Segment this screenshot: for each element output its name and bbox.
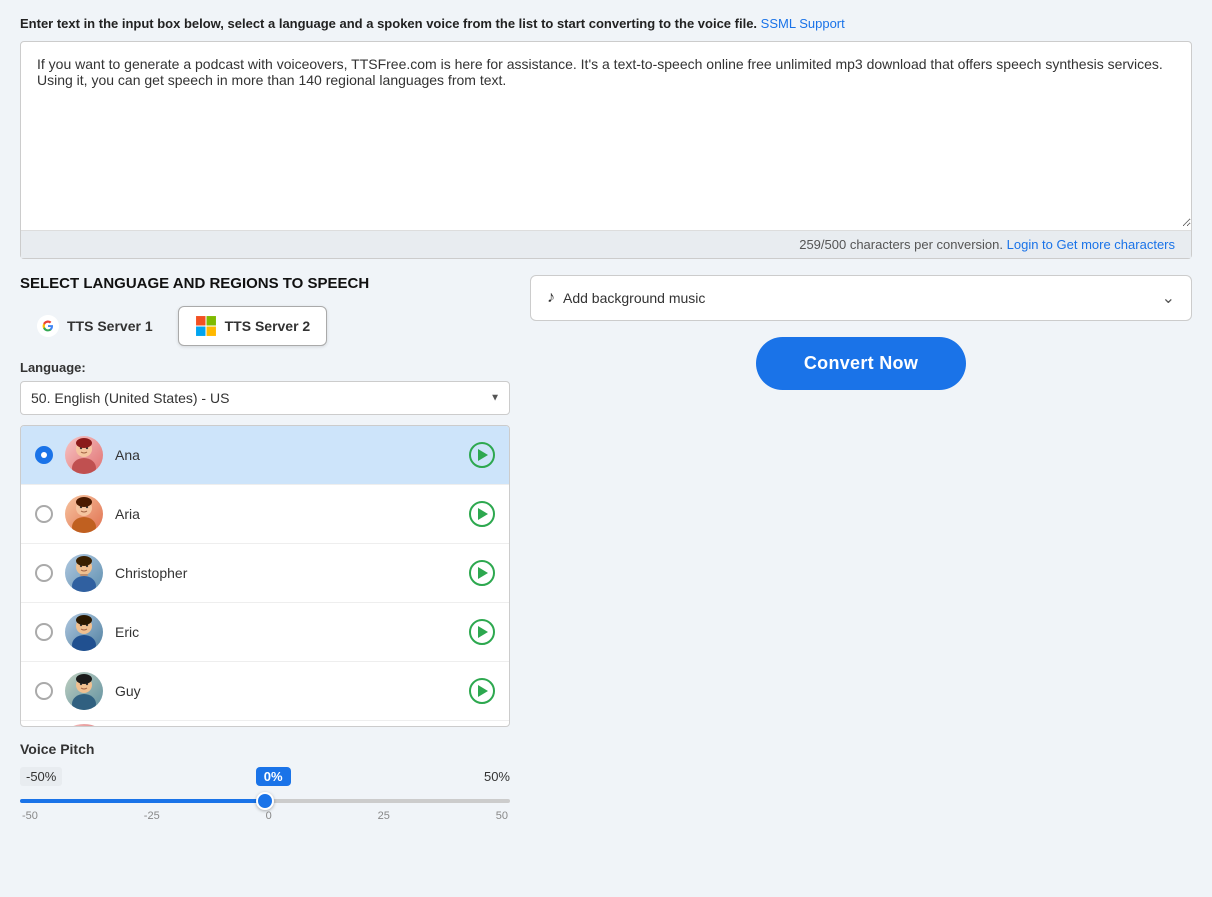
play-button-eric[interactable] <box>469 619 495 645</box>
avatar-face-christopher <box>65 554 103 592</box>
voice-item-christopher[interactable]: Christopher <box>21 544 509 603</box>
tab-tts-server-1[interactable]: TTS Server 1 <box>20 306 170 346</box>
language-select-wrapper: 50. English (United States) - US 1. Afri… <box>20 381 510 415</box>
left-panel: SELECT LANGUAGE AND REGIONS TO SPEECH TT… <box>20 275 510 822</box>
pitch-tick-4: 50 <box>496 810 508 822</box>
pitch-tick-3: 25 <box>378 810 390 822</box>
voice-name-aria: Aria <box>115 506 457 522</box>
tab-tts-server-1-label: TTS Server 1 <box>67 318 153 334</box>
play-button-guy[interactable] <box>469 678 495 704</box>
pitch-slider[interactable] <box>20 799 510 803</box>
instruction-text: Enter text in the input box below, selec… <box>20 16 757 31</box>
tab-tts-server-2-label: TTS Server 2 <box>225 318 311 334</box>
voice-avatar-partial <box>65 724 103 726</box>
avatar-face-ana <box>65 436 103 474</box>
pitch-tick-2: 0 <box>266 810 272 822</box>
pitch-slider-container <box>20 790 510 806</box>
convert-now-button[interactable]: Convert Now <box>756 337 966 390</box>
play-button-aria[interactable] <box>469 501 495 527</box>
section-title: SELECT LANGUAGE AND REGIONS TO SPEECH <box>20 275 510 292</box>
bottom-section: SELECT LANGUAGE AND REGIONS TO SPEECH TT… <box>20 275 1192 822</box>
language-label: Language: <box>20 360 510 375</box>
server-tabs: TTS Server 1 TTS Server 2 <box>20 306 510 346</box>
bg-music-label: Add background music <box>563 290 705 306</box>
voice-item-ana[interactable]: Ana <box>21 426 509 485</box>
instruction-bar: Enter text in the input box below, selec… <box>20 16 1192 31</box>
pitch-min-label: -50% <box>20 767 62 786</box>
pitch-tick-1: -25 <box>144 810 160 822</box>
voice-avatar-aria <box>65 495 103 533</box>
pitch-max-label: 50% <box>484 769 510 784</box>
play-button-christopher[interactable] <box>469 560 495 586</box>
voice-pitch-title: Voice Pitch <box>20 741 510 757</box>
voice-avatar-guy <box>65 672 103 710</box>
voice-avatar-eric <box>65 613 103 651</box>
voice-list: Ana <box>21 426 509 726</box>
avatar-face-eric <box>65 613 103 651</box>
char-count-text: 259/500 characters per conversion. <box>799 237 1003 252</box>
voice-radio-eric <box>35 623 53 641</box>
avatar-face-aria <box>65 495 103 533</box>
pitch-tick-0: -50 <box>22 810 38 822</box>
voice-name-christopher: Christopher <box>115 565 457 581</box>
main-container: Enter text in the input box below, selec… <box>0 0 1212 838</box>
voice-name-eric: Eric <box>115 624 457 640</box>
google-icon <box>37 315 59 337</box>
voice-list-container: Ana <box>20 425 510 727</box>
voice-avatar-ana <box>65 436 103 474</box>
pitch-current-label: 0% <box>256 767 291 786</box>
avatar-face-guy <box>65 672 103 710</box>
voice-radio-guy <box>35 682 53 700</box>
voice-radio-ana <box>35 446 53 464</box>
voice-item-eric[interactable]: Eric <box>21 603 509 662</box>
chevron-down-icon: ⌄ <box>1162 288 1175 308</box>
char-count-bar: 259/500 characters per conversion. Login… <box>21 230 1191 258</box>
voice-item-aria[interactable]: Aria <box>21 485 509 544</box>
voice-name-ana: Ana <box>115 447 457 463</box>
play-button-ana[interactable] <box>469 442 495 468</box>
voice-item-partial: - <box>21 721 509 726</box>
voice-avatar-christopher <box>65 554 103 592</box>
voice-name-guy: Guy <box>115 683 457 699</box>
tab-tts-server-2[interactable]: TTS Server 2 <box>178 306 328 346</box>
language-select[interactable]: 50. English (United States) - US 1. Afri… <box>20 381 510 415</box>
login-link[interactable]: Login to Get more characters <box>1007 237 1175 252</box>
textarea-container: 259/500 characters per conversion. Login… <box>20 41 1192 259</box>
microsoft-icon <box>195 315 217 337</box>
voice-pitch-section: Voice Pitch -50% 0% 50% -50 -25 0 25 50 <box>20 741 510 822</box>
ssml-support-link[interactable]: SSML Support <box>761 16 845 31</box>
pitch-labels-row: -50% 0% 50% <box>20 767 510 786</box>
voice-item-guy[interactable]: Guy <box>21 662 509 721</box>
voice-radio-aria <box>35 505 53 523</box>
music-note-icon: ♪ <box>547 289 555 307</box>
right-panel: ♪ Add background music ⌄ Convert Now <box>530 275 1192 822</box>
voice-radio-christopher <box>35 564 53 582</box>
text-input[interactable] <box>21 42 1191 227</box>
bg-music-bar[interactable]: ♪ Add background music ⌄ <box>530 275 1192 321</box>
bg-music-left: ♪ Add background music <box>547 289 705 307</box>
pitch-tick-labels: -50 -25 0 25 50 <box>20 810 510 822</box>
